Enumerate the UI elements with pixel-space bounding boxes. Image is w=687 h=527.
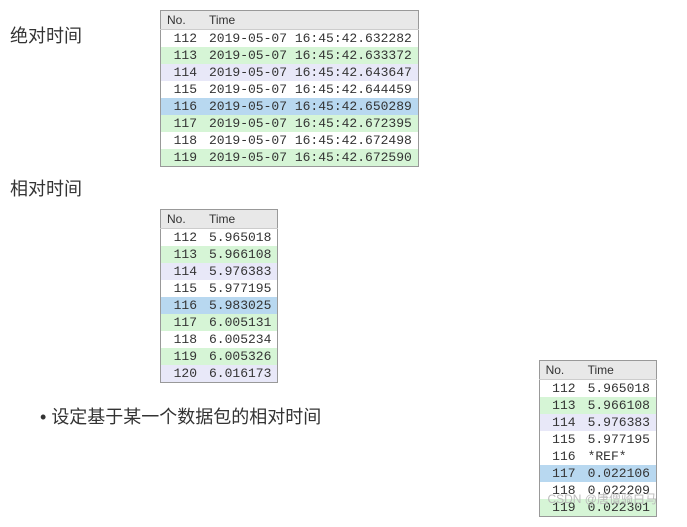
label-relative: 相对时间: [10, 175, 677, 201]
table-row: 1192019-05-07 16:45:42.672590: [161, 149, 419, 167]
col-time: Time: [582, 361, 657, 380]
cell-no: 115: [539, 431, 582, 448]
table-row: 1182019-05-07 16:45:42.672498: [161, 132, 419, 149]
table-row: 1125.965018: [539, 380, 656, 398]
cell-time: 0.022301: [582, 499, 657, 517]
absolute-time-table: No. Time 1122019-05-07 16:45:42.63228211…: [160, 10, 419, 167]
cell-no: 118: [161, 132, 204, 149]
cell-time: 2019-05-07 16:45:42.672590: [203, 149, 418, 167]
table-row: 1135.966108: [539, 397, 656, 414]
cell-time: 2019-05-07 16:45:42.633372: [203, 47, 418, 64]
relative-time-table: No. Time 1125.9650181135.9661081145.9763…: [160, 209, 278, 383]
cell-no: 114: [161, 263, 204, 280]
cell-no: 119: [161, 149, 204, 167]
cell-time: *REF*: [582, 448, 657, 465]
cell-no: 119: [539, 499, 582, 517]
table-row: 1152019-05-07 16:45:42.644459: [161, 81, 419, 98]
table-row: 1135.966108: [161, 246, 278, 263]
cell-no: 114: [539, 414, 582, 431]
cell-time: 2019-05-07 16:45:42.643647: [203, 64, 418, 81]
cell-time: 5.965018: [582, 380, 657, 398]
cell-time: 2019-05-07 16:45:42.632282: [203, 30, 418, 48]
cell-no: 116: [161, 98, 204, 115]
cell-no: 112: [539, 380, 582, 398]
cell-time: 0.022209: [582, 482, 657, 499]
cell-time: 2019-05-07 16:45:42.672498: [203, 132, 418, 149]
cell-no: 114: [161, 64, 204, 81]
table-row: 1142019-05-07 16:45:42.643647: [161, 64, 419, 81]
table-row: 1196.005326: [161, 348, 278, 365]
col-no: No.: [161, 210, 204, 229]
col-time: Time: [203, 210, 278, 229]
cell-no: 117: [161, 314, 204, 331]
table-row: 1172019-05-07 16:45:42.672395: [161, 115, 419, 132]
col-no: No.: [539, 361, 582, 380]
cell-no: 113: [161, 246, 204, 263]
table-row: 1145.976383: [161, 263, 278, 280]
cell-no: 117: [539, 465, 582, 482]
cell-time: 5.965018: [203, 229, 278, 247]
table-row: 1206.016173: [161, 365, 278, 383]
col-time: Time: [203, 11, 418, 30]
cell-time: 6.016173: [203, 365, 278, 383]
cell-no: 119: [161, 348, 204, 365]
table-row: 1145.976383: [539, 414, 656, 431]
table-row: 1180.022209: [539, 482, 656, 499]
cell-time: 6.005131: [203, 314, 278, 331]
cell-time: 5.976383: [582, 414, 657, 431]
table-row: 116*REF*: [539, 448, 656, 465]
cell-time: 5.977195: [203, 280, 278, 297]
table-row: 1122019-05-07 16:45:42.632282: [161, 30, 419, 48]
cell-no: 120: [161, 365, 204, 383]
cell-time: 5.976383: [203, 263, 278, 280]
cell-time: 5.983025: [203, 297, 278, 314]
cell-no: 117: [161, 115, 204, 132]
cell-no: 116: [539, 448, 582, 465]
cell-no: 113: [539, 397, 582, 414]
cell-no: 112: [161, 229, 204, 247]
table-row: 1190.022301: [539, 499, 656, 517]
cell-time: 5.966108: [203, 246, 278, 263]
label-absolute: 绝对时间: [10, 18, 160, 48]
table-row: 1186.005234: [161, 331, 278, 348]
table-row: 1155.977195: [161, 280, 278, 297]
table-row: 1155.977195: [539, 431, 656, 448]
cell-no: 115: [161, 280, 204, 297]
cell-no: 116: [161, 297, 204, 314]
cell-time: 2019-05-07 16:45:42.644459: [203, 81, 418, 98]
table-row: 1165.983025: [161, 297, 278, 314]
ref-time-table: No. Time 1125.9650181135.9661081145.9763…: [539, 360, 657, 517]
table-row: 1132019-05-07 16:45:42.633372: [161, 47, 419, 64]
cell-time: 6.005234: [203, 331, 278, 348]
table-row: 1170.022106: [539, 465, 656, 482]
table-row: 1176.005131: [161, 314, 278, 331]
cell-time: 0.022106: [582, 465, 657, 482]
col-no: No.: [161, 11, 204, 30]
table-row: 1125.965018: [161, 229, 278, 247]
cell-time: 6.005326: [203, 348, 278, 365]
cell-time: 2019-05-07 16:45:42.672395: [203, 115, 418, 132]
cell-no: 118: [161, 331, 204, 348]
cell-time: 2019-05-07 16:45:42.650289: [203, 98, 418, 115]
cell-no: 115: [161, 81, 204, 98]
cell-no: 113: [161, 47, 204, 64]
cell-no: 118: [539, 482, 582, 499]
cell-time: 5.977195: [582, 431, 657, 448]
cell-time: 5.966108: [582, 397, 657, 414]
cell-no: 112: [161, 30, 204, 48]
table-row: 1162019-05-07 16:45:42.650289: [161, 98, 419, 115]
